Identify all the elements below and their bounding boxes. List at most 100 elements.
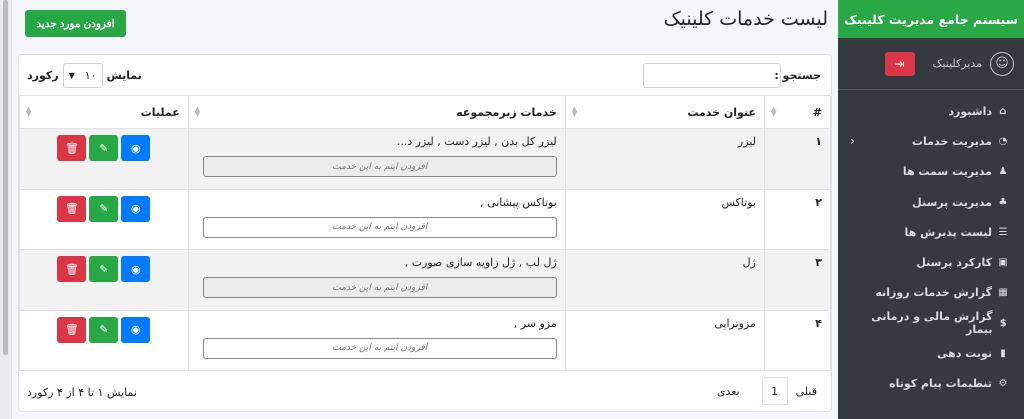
add-item-button[interactable]: افزودن ایتم به این خدمت: [202, 277, 557, 298]
table-info: نمایش ۱ تا ۴ از ۴ رکورد: [27, 386, 137, 399]
chevron-down-icon: ▼: [68, 71, 75, 80]
user-avatar-icon[interactable]: ☺: [990, 51, 1014, 76]
operations-cell: 🗑 ✎ ◉: [19, 249, 189, 311]
edit-button[interactable]: ✎: [89, 135, 119, 161]
service-title: ژل: [564, 249, 765, 311]
table-row: ۲ بوتاکس بوتاکس پیشانی , افزودن ایتم به …: [19, 188, 832, 250]
sidebar-item-sms-settings[interactable]: ⚙ تنظیمات پیام کوتاه: [838, 369, 1024, 399]
sidebar-item-dashboard[interactable]: ⌂ داشبورد: [838, 96, 1024, 126]
sub-services-text: ژل لب , ژل زاویه سازی صورت ,: [404, 256, 557, 269]
trash-icon: 🗑: [64, 323, 79, 336]
sidebar-nav: ⌂ داشبورد ◔ مدیریت خدمات ‹ ♟ مدیریت سمت ها ♣…: [838, 90, 1024, 399]
operations-cell: 🗑 ✎ ◉: [19, 188, 189, 250]
eye-icon: ◉: [131, 141, 141, 155]
delete-button[interactable]: 🗑: [57, 316, 87, 343]
header-sub-services[interactable]: خدمات زیرمجموعه ▲ ▼: [187, 95, 566, 129]
delete-button[interactable]: 🗑: [57, 135, 87, 161]
gear-icon: ⚙: [998, 378, 1008, 390]
row-number: ۳: [763, 249, 832, 311]
scrollbar[interactable]: [3, 0, 8, 355]
home-icon: ⌂: [999, 105, 1007, 117]
page-length-control: نمایش ۱۰ ▼ رکورد: [27, 63, 142, 88]
service-title: بوتاکس: [564, 188, 765, 250]
sub-services-text: مزو سر ,: [513, 316, 557, 330]
page-number-button[interactable]: 1: [761, 377, 788, 405]
sort-icon: ▲ ▼: [26, 105, 32, 118]
sign-out-icon: ⇥: [894, 56, 905, 71]
edit-icon: ✎: [99, 262, 109, 276]
calendar-icon: ▦: [998, 287, 1008, 299]
row-number: ۲: [763, 188, 832, 250]
records-label: رکورد: [27, 69, 59, 82]
operations-cell: 🗑 ✎ ◉: [19, 309, 189, 371]
edit-icon: ✎: [99, 141, 109, 155]
sub-services-text: بوتاکس پیشانی ,: [480, 195, 557, 209]
users-icon: ♣: [998, 196, 1008, 208]
user-panel: ☺ مدیرکلینیک ⇥: [838, 38, 1024, 90]
delete-button[interactable]: 🗑: [57, 195, 87, 222]
user-name[interactable]: مدیرکلینیک: [933, 57, 982, 70]
table-row: ۳ ژل ژل لب , ژل زاویه سازی صورت , افزودن…: [19, 249, 832, 311]
sidebar-item-label: لیست پذیرش ها: [904, 225, 992, 239]
view-button[interactable]: ◉: [121, 135, 151, 161]
sidebar-item-positions[interactable]: ♟ مدیریت سمت ها: [838, 157, 1024, 187]
sidebar-item-staff[interactable]: ♣ مدیریت پرسنل: [838, 187, 1024, 217]
sidebar-item-admissions[interactable]: ☰ لیست پذیرش ها: [838, 217, 1024, 247]
sub-services-cell: مزو سر , افزودن ایتم به این خدمت: [187, 309, 566, 371]
row-number: ۴: [763, 309, 832, 371]
sidebar-item-staff-work[interactable]: ▣ کارکرد پرسنل: [838, 247, 1024, 277]
sidebar-item-label: گزارش خدمات روزانه: [875, 286, 992, 300]
sidebar-item-patient-report[interactable]: $ گزارش مالی و درمانی بیمار: [838, 308, 1024, 338]
sidebar-item-label: داشبورد: [948, 104, 992, 118]
add-new-button[interactable]: افزودن مورد جدید: [25, 10, 126, 37]
chevron-left-icon: ‹: [850, 134, 855, 149]
next-page-button[interactable]: بعدی: [717, 385, 740, 398]
sub-services-cell: ژل لب , ژل زاویه سازی صورت , افزودن ایتم…: [187, 249, 566, 311]
brand-title[interactable]: سیستم جامع مدیریت کلینیک: [838, 0, 1024, 38]
sidebar-item-label: مدیریت خدمات: [911, 134, 992, 148]
view-button[interactable]: ◉: [121, 316, 151, 343]
trash-icon: 🗑: [64, 202, 79, 215]
services-table: # ▲ ▼ عنوان خدمت ▲ ▼ خدمات زیرمجموعه ▲ ▼ عملیا…: [19, 95, 832, 371]
header-title[interactable]: عنوان خدمت ▲ ▼: [564, 95, 765, 129]
sub-services-cell: بوتاکس پیشانی , افزودن ایتم به این خدمت: [187, 188, 566, 250]
eye-icon: ◉: [131, 202, 141, 215]
gauge-icon: ◔: [998, 135, 1008, 147]
sidebar-item-services[interactable]: ◔ مدیریت خدمات ‹: [838, 126, 1024, 156]
edit-button[interactable]: ✎: [89, 316, 119, 343]
page-title: لیست خدمات کلینیک: [663, 8, 828, 30]
services-card: جستجو : نمایش ۱۰ ▼ رکورد # ▲ ▼ عنوان خدمت ▲…: [18, 54, 832, 412]
edit-button[interactable]: ✎: [89, 256, 119, 282]
prev-page-button[interactable]: قبلی: [796, 385, 817, 398]
bookmark-icon: ▮: [1000, 348, 1006, 360]
sub-services-cell: لیزر کل بدن , لیزر دست , لیزر د... افزود…: [187, 128, 566, 190]
sidebar-item-label: کارکرد پرسنل: [916, 256, 992, 270]
sort-icon: ▲ ▼: [571, 105, 578, 118]
view-button[interactable]: ◉: [121, 256, 151, 282]
operations-cell: 🗑 ✎ ◉: [19, 128, 189, 190]
page-length-value: ۱۰: [84, 69, 97, 82]
add-item-button[interactable]: افزودن ایتم به این خدمت: [202, 156, 557, 177]
header-operations[interactable]: عملیات ▲ ▼: [19, 95, 189, 129]
trash-icon: 🗑: [64, 141, 79, 155]
header-num[interactable]: # ▲ ▼: [763, 95, 832, 129]
edit-icon: ✎: [99, 323, 109, 336]
delete-button[interactable]: 🗑: [57, 256, 87, 282]
edit-button[interactable]: ✎: [89, 195, 119, 222]
id-card-icon: ▣: [998, 257, 1008, 269]
add-item-button[interactable]: افزودن ایتم به این خدمت: [202, 216, 557, 238]
sidebar-item-label: مدیریت سمت ها: [902, 165, 992, 179]
sidebar-item-daily-report[interactable]: ▦ گزارش خدمات روزانه: [838, 278, 1024, 308]
sidebar-item-appointments[interactable]: ▮ نوبت دهی: [838, 338, 1024, 368]
trash-icon: 🗑: [64, 262, 79, 276]
page-length-select[interactable]: ۱۰ ▼: [62, 63, 103, 88]
add-item-button[interactable]: افزودن ایتم به این خدمت: [202, 337, 557, 359]
row-number: ۱: [763, 128, 832, 190]
service-title: لیزر: [564, 128, 765, 190]
dollar-icon: $: [999, 317, 1007, 329]
pagination: قبلی 1 بعدی: [717, 377, 817, 405]
search-input[interactable]: [643, 63, 781, 88]
sub-services-text: لیزر کل بدن , لیزر دست , لیزر د...: [396, 135, 557, 148]
logout-button[interactable]: ⇥: [884, 51, 915, 76]
view-button[interactable]: ◉: [121, 195, 151, 222]
